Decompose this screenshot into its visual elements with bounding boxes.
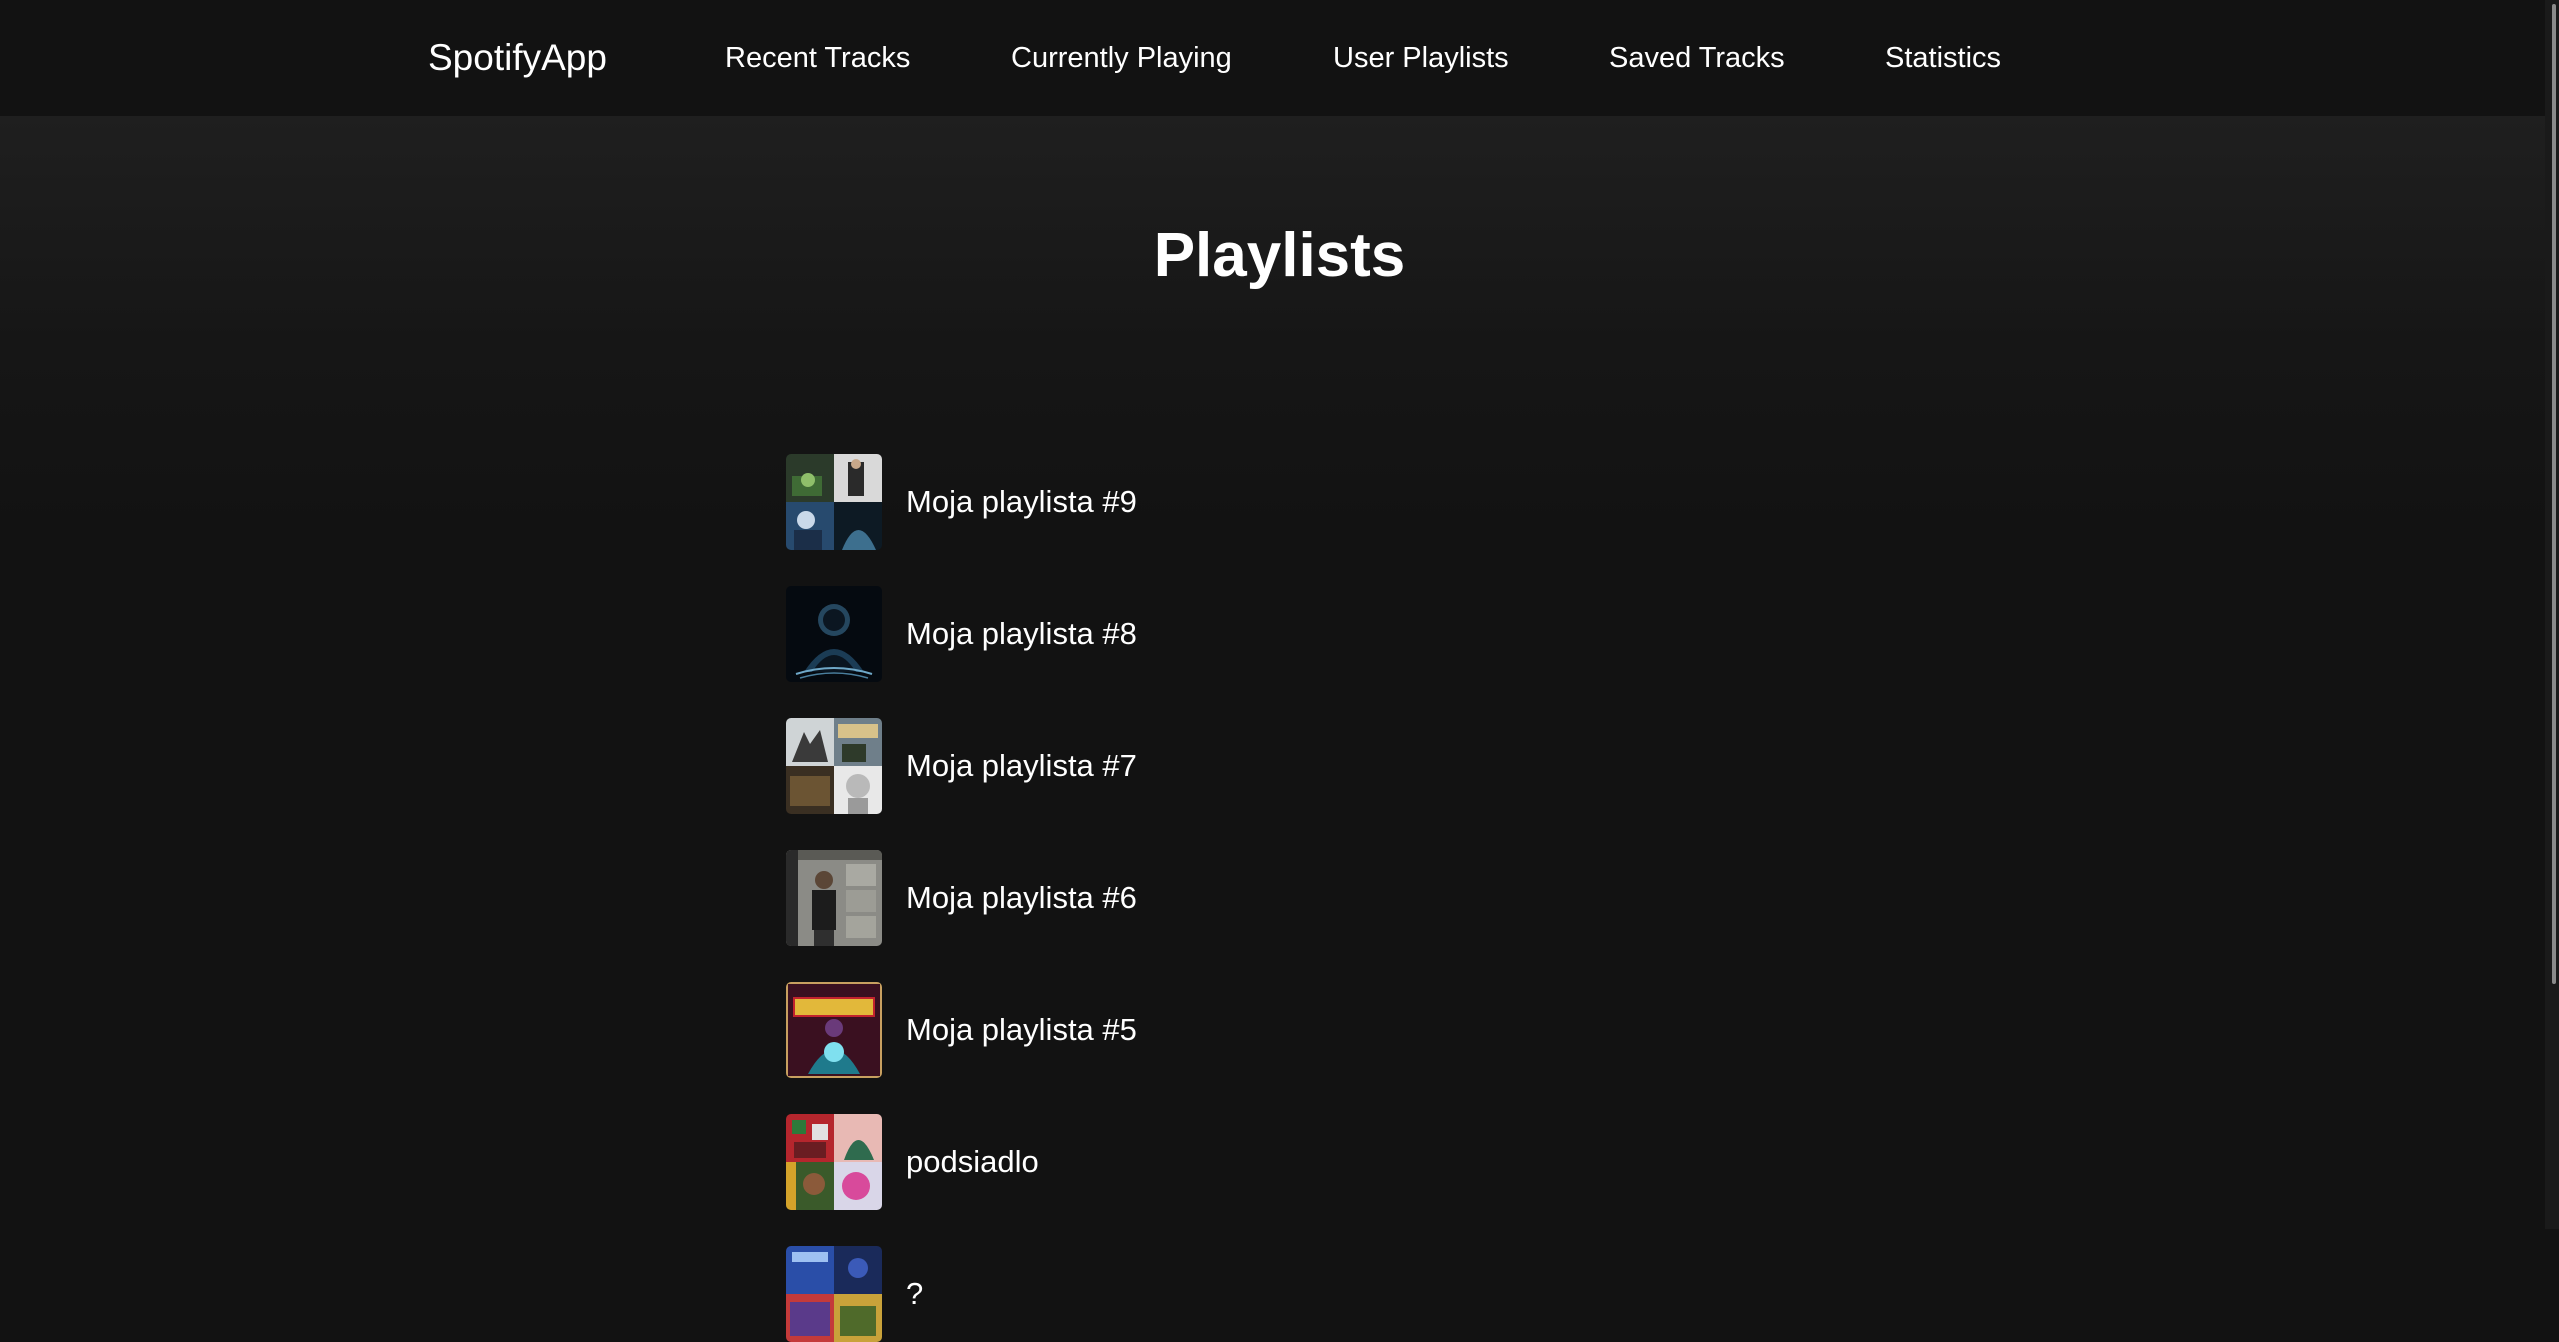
nav-user-playlists[interactable]: User Playlists: [1333, 41, 1509, 75]
playlist-cover-image: [786, 850, 882, 946]
page-title: Playlists: [1153, 221, 1406, 290]
playlist-item[interactable]: ?: [786, 1246, 1486, 1342]
playlist-cover-image: [786, 586, 882, 682]
playlist-cover-image: [786, 454, 882, 550]
nav-statistics[interactable]: Statistics: [1885, 41, 2001, 75]
playlist-name: Moja playlista #8: [906, 616, 1137, 651]
scrollbar-thumb[interactable]: [2552, 4, 2556, 984]
playlist-name: ?: [906, 1276, 924, 1311]
playlist-item[interactable]: Moja playlista #9: [786, 454, 1486, 550]
playlist-cover-image: [786, 1114, 882, 1210]
playlist-cover-image: [786, 1246, 882, 1342]
playlist-item[interactable]: Moja playlista #8: [786, 586, 1486, 682]
brand-logo[interactable]: SpotifyApp: [428, 35, 607, 81]
playlist-item[interactable]: Moja playlista #7: [786, 718, 1486, 814]
playlist-cover-image: [786, 718, 882, 814]
playlist-item[interactable]: podsiadlo: [786, 1114, 1486, 1210]
playlist-name: Moja playlista #9: [906, 484, 1137, 519]
playlist-item[interactable]: Moja playlista #5: [786, 982, 1486, 1078]
vertical-scrollbar[interactable]: [2545, 0, 2559, 1229]
playlist-name: Moja playlista #6: [906, 880, 1137, 915]
nav-recent-tracks[interactable]: Recent Tracks: [725, 41, 910, 75]
playlist-name: Moja playlista #5: [906, 1012, 1137, 1047]
top-navbar: SpotifyApp Recent Tracks Currently Playi…: [0, 0, 2559, 116]
playlist-cover-image: [786, 982, 882, 1078]
main-content: Playlists Moja playlista #9 Moja playlis…: [0, 116, 2559, 1342]
playlist-item[interactable]: Moja playlista #6: [786, 850, 1486, 946]
nav-currently-playing[interactable]: Currently Playing: [1011, 41, 1232, 75]
playlist-name: podsiadlo: [906, 1144, 1039, 1179]
nav-saved-tracks[interactable]: Saved Tracks: [1609, 41, 1785, 75]
playlist-name: Moja playlista #7: [906, 748, 1137, 783]
